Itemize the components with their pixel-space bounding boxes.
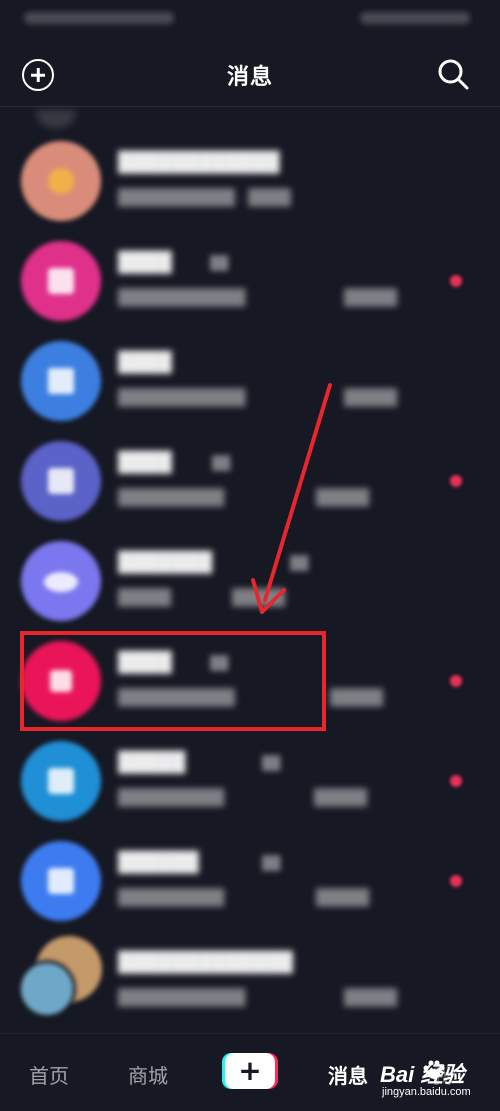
official-tag: ██ — [290, 555, 309, 570]
search-icon[interactable] — [436, 57, 470, 91]
official-tag: ██ — [262, 755, 281, 770]
message-time-blurred: █████ — [316, 489, 370, 506]
message-row[interactable]: █████████████ ████████████ █████ — [0, 930, 500, 1030]
avatar — [21, 741, 101, 821]
tab-messages[interactable]: 消息 — [328, 1060, 368, 1089]
paw-icon — [423, 1060, 445, 1079]
avatar — [21, 841, 101, 921]
plus-icon: + — [238, 1054, 262, 1087]
page-title: 消息 — [226, 64, 273, 89]
message-title-blurred: ████████████ — [118, 152, 280, 173]
avatar — [21, 441, 101, 521]
avatar — [21, 141, 101, 221]
avatar — [21, 241, 101, 321]
message-time-blurred: █████ — [232, 589, 286, 606]
unread-dot — [450, 475, 462, 487]
message-row[interactable]: ██████ ██ ██████████ █████ — [0, 830, 500, 930]
message-time-blurred: █████ — [344, 389, 398, 406]
tab-home[interactable]: 首页 — [29, 1060, 69, 1089]
message-title-blurred: █████████████ — [118, 952, 293, 973]
unread-dot — [450, 675, 462, 687]
message-time-blurred: █████ — [316, 889, 370, 906]
avatar — [18, 960, 76, 1018]
baidu-jingyan-watermark: Bai 经验 jingyan.baidu.com — [380, 1053, 496, 1103]
watermark-url: jingyan.baidu.com — [382, 1086, 471, 1098]
official-tag: ██ — [262, 855, 281, 870]
message-preview-blurred: ████████████ — [118, 989, 246, 1006]
message-preview-blurred: ███████████ · ████ — [118, 189, 291, 206]
partial-row — [36, 110, 76, 128]
status-bar — [0, 0, 500, 40]
message-preview-blurred: ██████████ — [118, 889, 225, 906]
message-time-blurred: █████ — [330, 689, 384, 706]
message-preview-blurred: ████████████ — [118, 389, 246, 406]
unread-dot — [450, 875, 462, 887]
annotation-highlight-box — [20, 631, 326, 731]
avatar — [21, 341, 101, 421]
message-preview-blurred: ██████████ — [118, 489, 225, 506]
message-row[interactable]: █████ ██ ██████████ █████ — [0, 730, 500, 830]
tab-mall[interactable]: 商城 — [128, 1060, 168, 1089]
message-row[interactable]: ████ ████████████ █████ — [0, 330, 500, 430]
unread-dot — [450, 275, 462, 287]
header: 消息 — [0, 40, 500, 106]
message-preview-blurred: ████████████ — [118, 289, 246, 306]
message-preview-blurred: ██████████ — [118, 789, 225, 806]
message-title-blurred: ████ — [118, 252, 172, 273]
message-row[interactable]: ███████ ██ █████ █████ — [0, 530, 500, 630]
message-time-blurred: █████ — [344, 989, 398, 1006]
status-icons — [360, 12, 470, 24]
official-tag: ██ — [210, 255, 229, 270]
status-carrier — [24, 12, 174, 24]
header-divider — [0, 106, 500, 107]
publish-button[interactable]: + — [222, 1053, 278, 1089]
message-time-blurred: █████ — [314, 789, 368, 806]
message-title-blurred: ███████ — [118, 552, 213, 573]
message-preview-blurred: █████ — [118, 589, 172, 606]
message-row[interactable]: ████████████ ███████████ · ████ — [0, 130, 500, 230]
unread-dot — [450, 775, 462, 787]
message-time-blurred: █████ — [344, 289, 398, 306]
message-row[interactable]: ████ ██ ██████████ █████ — [0, 430, 500, 530]
avatar — [21, 541, 101, 621]
message-title-blurred: ████ — [118, 352, 172, 373]
message-title-blurred: ████ — [118, 452, 172, 473]
message-title-blurred: ██████ — [118, 852, 199, 873]
message-title-blurred: █████ — [118, 752, 186, 773]
message-row[interactable]: ████ ██ ████████████ █████ — [0, 230, 500, 330]
official-tag: ██ — [212, 455, 231, 470]
